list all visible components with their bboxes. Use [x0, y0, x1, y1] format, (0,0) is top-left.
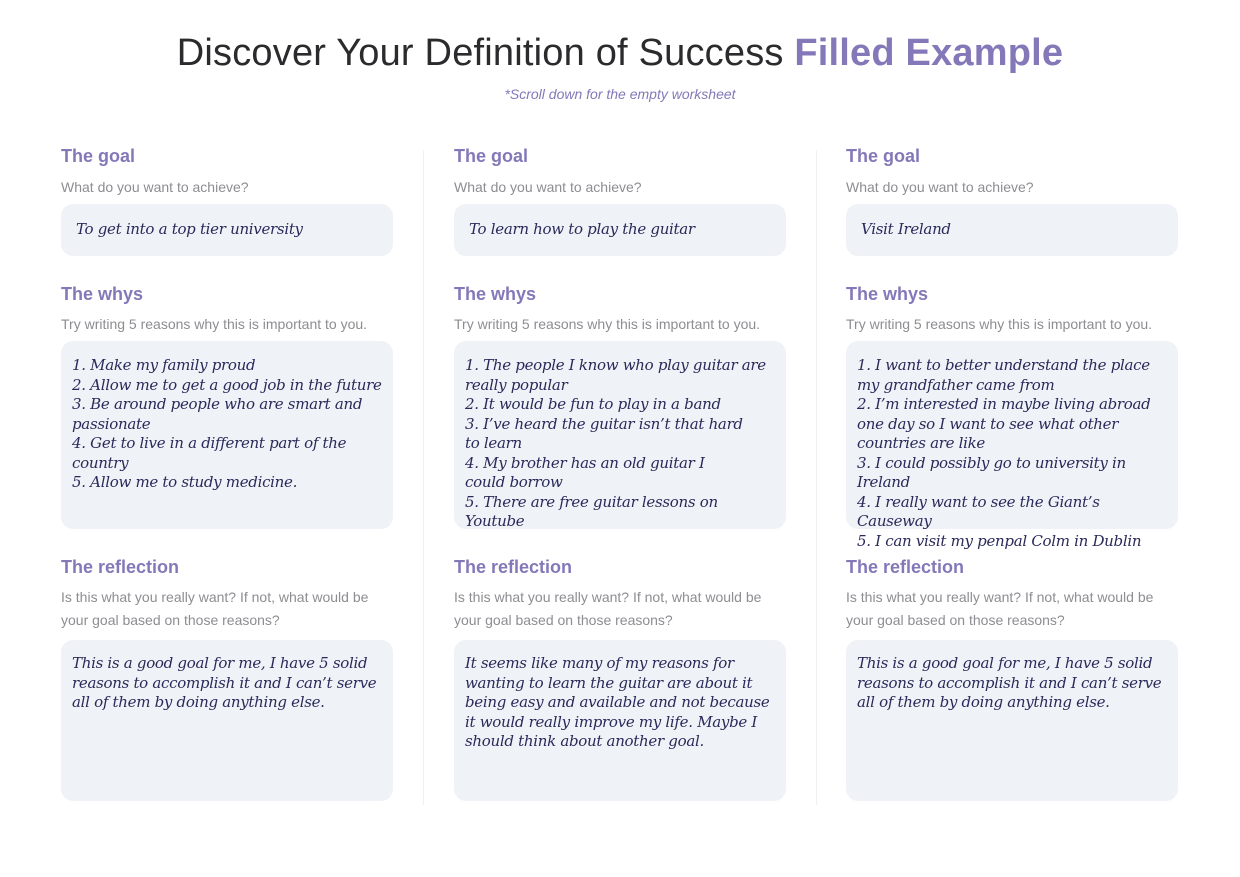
- whys-answer-field[interactable]: 1. Make my family proud 2. Allow me to g…: [61, 341, 393, 529]
- reflection-answer-field[interactable]: This is a good goal for me, I have 5 sol…: [846, 640, 1178, 801]
- reflection-heading: The reflection: [61, 557, 180, 577]
- reflection-heading: The reflection: [454, 557, 573, 577]
- column-divider: [816, 150, 817, 805]
- whys-prompt: Try writing 5 reasons why this is import…: [61, 316, 368, 332]
- goal-heading: The goal: [454, 146, 529, 166]
- whys-answer-field[interactable]: 1. I want to better understand the place…: [846, 341, 1178, 550]
- goal-answer-field[interactable]: To get into a top tier university: [61, 204, 393, 256]
- column-divider: [423, 150, 424, 805]
- reflection-answer-field[interactable]: This is a good goal for me, I have 5 sol…: [61, 640, 393, 801]
- worksheet-column-3: The goal What do you want to achieve? Vi…: [846, 145, 1178, 801]
- goal-prompt: What do you want to achieve?: [846, 179, 1034, 195]
- title-accent: Filled Example: [794, 32, 1064, 74]
- whys-heading: The whys: [454, 284, 537, 304]
- whys-heading: The whys: [846, 284, 929, 304]
- worksheet-column-1: The goal What do you want to achieve? To…: [61, 145, 393, 801]
- goal-prompt: What do you want to achieve?: [61, 179, 249, 195]
- page-subtitle: *Scroll down for the empty worksheet: [504, 86, 736, 102]
- title-main: Discover Your Definition of Success: [176, 32, 784, 74]
- whys-answer-field[interactable]: 1. The people I know who play guitar are…: [454, 341, 786, 530]
- worksheet-column-2: The goal What do you want to achieve? To…: [454, 145, 786, 801]
- whys-prompt: Try writing 5 reasons why this is import…: [846, 316, 1153, 332]
- reflection-answer-field[interactable]: It seems like many of my reasons for wan…: [454, 640, 786, 801]
- reflection-prompt: Is this what you really want? If not, wh…: [846, 589, 1154, 628]
- reflection-heading: The reflection: [846, 557, 965, 577]
- page-header: Discover Your Definition of Success Fill…: [0, 30, 1240, 103]
- goal-heading: The goal: [61, 146, 136, 166]
- page-title: Discover Your Definition of Success Fill…: [0, 30, 1240, 76]
- whys-heading: The whys: [61, 284, 144, 304]
- goal-answer-field[interactable]: To learn how to play the guitar: [454, 204, 786, 256]
- goal-prompt: What do you want to achieve?: [454, 179, 642, 195]
- reflection-prompt: Is this what you really want? If not, wh…: [61, 589, 369, 628]
- goal-answer-field[interactable]: Visit Ireland: [846, 204, 1178, 256]
- reflection-prompt: Is this what you really want? If not, wh…: [454, 589, 762, 628]
- goal-heading: The goal: [846, 146, 921, 166]
- whys-prompt: Try writing 5 reasons why this is import…: [454, 316, 761, 332]
